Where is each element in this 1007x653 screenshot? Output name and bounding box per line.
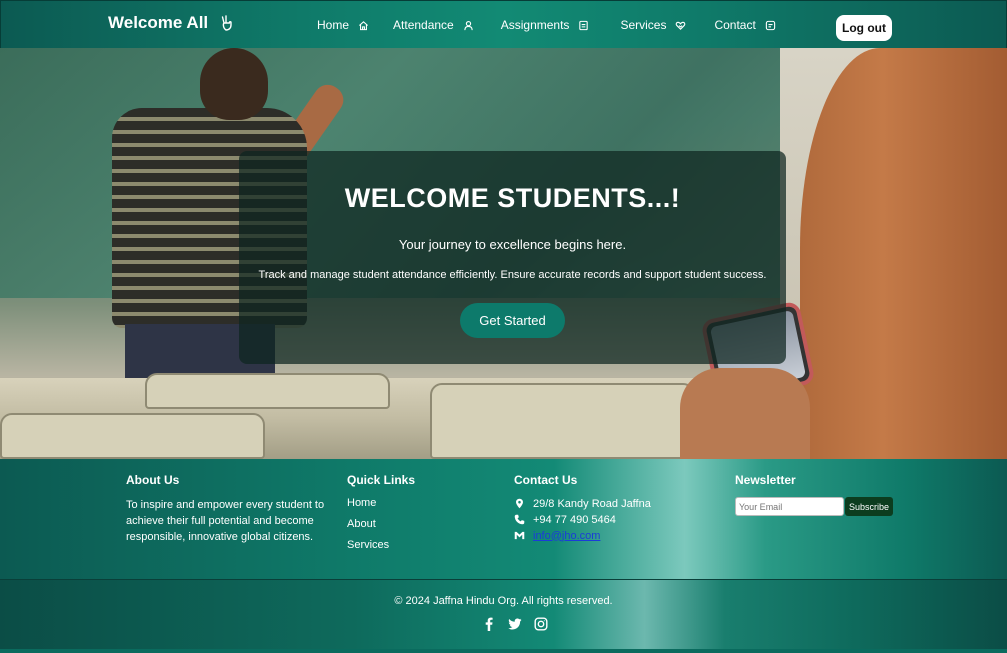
footer-quick-links-heading: Quick Links	[347, 473, 416, 487]
nav-item-label: Contact	[714, 18, 756, 32]
footer-about-heading: About Us	[126, 473, 180, 487]
user-icon	[464, 20, 473, 30]
hero-panel: WELCOME STUDENTS...! Your journey to exc…	[239, 151, 786, 364]
hero-background-chair	[430, 383, 695, 459]
hero-description: Track and manage student attendance effi…	[258, 269, 767, 281]
brand-title: Welcome All	[108, 13, 209, 32]
contact-email: info@jho.com	[514, 529, 714, 542]
hero-background-hand	[680, 368, 810, 459]
hero-background-arm	[800, 48, 1007, 459]
phone-icon	[514, 514, 525, 525]
nav-item-label: Services	[620, 18, 667, 32]
get-started-button[interactable]: Get Started	[460, 303, 565, 338]
contact-email-link[interactable]: info@jho.com	[533, 530, 600, 542]
message-icon	[765, 20, 775, 30]
hero-title: WELCOME STUDENTS...!	[344, 183, 681, 213]
footer-link-home[interactable]: Home	[347, 497, 467, 509]
nav-item-label: Assignments	[500, 18, 570, 32]
logout-button[interactable]: Log out	[836, 15, 892, 41]
copyright-text: © 2024 Jaffna Hindu Org. All rights rese…	[394, 595, 613, 607]
footer-link-services[interactable]: Services	[347, 539, 467, 551]
peace-hand-icon	[221, 15, 232, 31]
nav-item-home[interactable]: Home	[317, 18, 369, 32]
footer-bottom-bar: © 2024 Jaffna Hindu Org. All rights rese…	[0, 579, 1007, 649]
hero-subtitle: Your journey to excellence begins here.	[398, 237, 627, 252]
newsletter-email-input[interactable]	[735, 497, 844, 516]
contact-phone-text: +94 77 490 5464	[533, 513, 616, 526]
footer-quick-links: Quick Links Home About Services	[347, 473, 467, 560]
newsletter-form: Subscribe	[735, 497, 905, 516]
footer-newsletter: Newsletter Subscribe	[735, 473, 905, 516]
nav-item-label: Home	[317, 18, 350, 32]
subscribe-button[interactable]: Subscribe	[845, 497, 893, 516]
twitter-icon[interactable]	[508, 617, 522, 631]
heart-hand-icon	[676, 21, 686, 30]
nav-item-contact[interactable]: Contact	[714, 18, 775, 32]
instagram-icon[interactable]	[534, 617, 548, 631]
nav-item-attendance[interactable]: Attendance	[393, 18, 474, 32]
nav-item-assignments[interactable]: Assignments	[501, 18, 590, 32]
document-icon	[579, 20, 589, 30]
footer-bottom-strip	[0, 649, 1007, 653]
footer-contact-heading: Contact Us	[514, 473, 578, 487]
contact-address: 29/8 Kandy Road Jaffna	[514, 497, 714, 510]
social-links	[482, 617, 548, 631]
nav-item-label: Attendance	[393, 18, 454, 32]
nav-item-services[interactable]: Services	[620, 18, 686, 32]
home-icon	[359, 20, 369, 30]
footer-contact: Contact Us 29/8 Kandy Road Jaffna +94 77…	[514, 473, 714, 545]
gmail-icon	[514, 531, 525, 540]
footer-link-about[interactable]: About	[347, 518, 467, 530]
footer-about-text: To inspire and empower every student to …	[126, 499, 325, 543]
location-pin-icon	[516, 498, 523, 509]
footer-about: About Us To inspire and empower every st…	[126, 473, 331, 545]
contact-phone: +94 77 490 5464	[514, 513, 714, 526]
contact-address-text: 29/8 Kandy Road Jaffna	[533, 497, 651, 510]
nav-links: Home Attendance Assignments Services Con…	[317, 18, 776, 32]
hero-section: WELCOME STUDENTS...! Your journey to exc…	[0, 48, 1007, 459]
hero-background-teacher-head	[200, 48, 268, 120]
brand[interactable]: Welcome All	[108, 13, 234, 33]
facebook-icon[interactable]	[482, 617, 496, 631]
hero-background-chair	[145, 373, 390, 409]
hero-background-chair	[0, 413, 265, 459]
footer: About Us To inspire and empower every st…	[0, 459, 1007, 579]
navbar: Welcome All Home Attendance Assignments …	[0, 0, 1007, 48]
footer-newsletter-heading: Newsletter	[735, 473, 796, 487]
